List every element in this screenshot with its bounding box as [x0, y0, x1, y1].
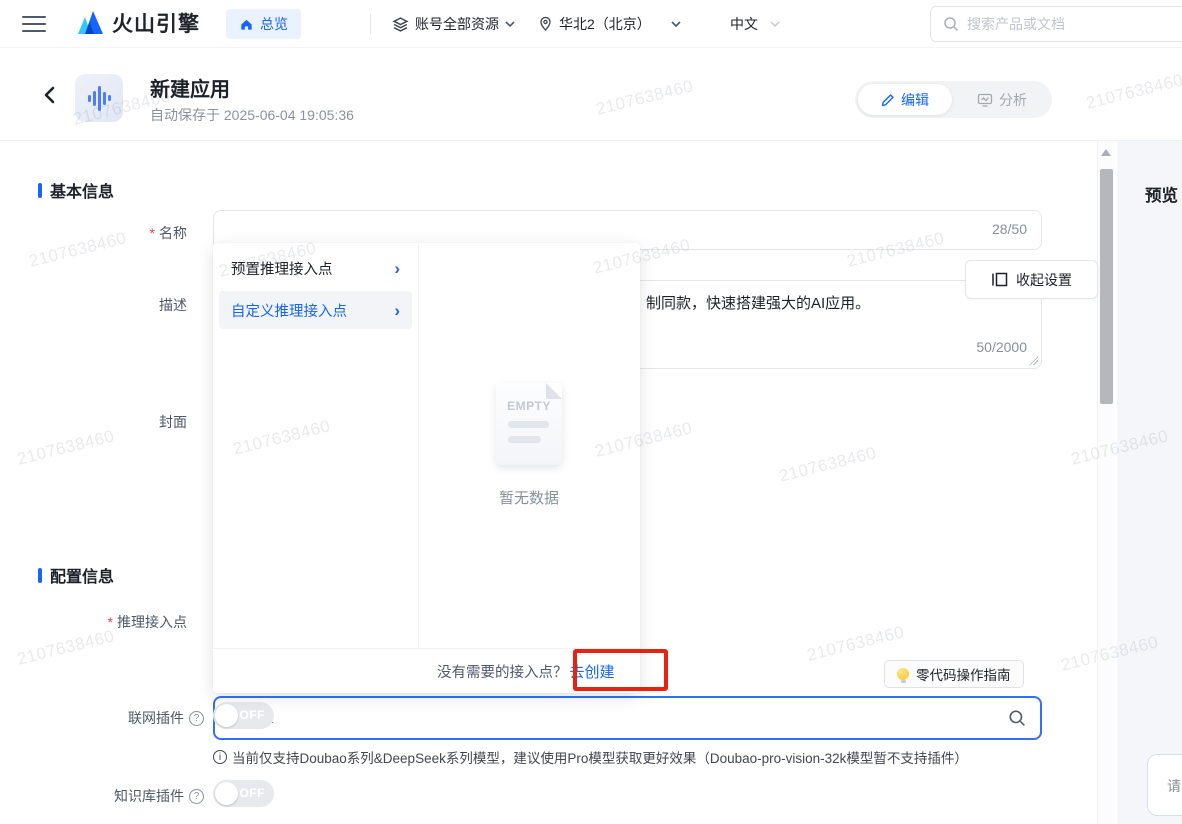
- kb-plugin-label: 知识库插件 ?: [40, 786, 204, 806]
- volcengine-logo-icon: [74, 8, 106, 38]
- location-pin-icon: [538, 16, 553, 32]
- page-header: 新建应用 自动保存于 2025-06-04 19:05:36 编辑 分析: [0, 48, 1182, 141]
- lightbulb-icon: [897, 668, 909, 680]
- preview-panel: 预览 请: [1117, 141, 1182, 824]
- section-config-title: 配置信息: [50, 563, 114, 587]
- pencil-icon: [881, 93, 895, 107]
- section-basic-info: 基本信息: [38, 178, 114, 202]
- endpoint-dropdown-panel: 预置推理接入点 › 自定义推理接入点 › EMPTY 暂无数据: [213, 243, 640, 693]
- topbar: 火山引擎 总览 账号全部资源 华北2（北京） 中文: [0, 0, 1182, 48]
- collapse-panel-icon: [991, 272, 1008, 287]
- empty-state: EMPTY 暂无数据: [459, 383, 599, 508]
- toggle-off-label: OFF: [240, 786, 266, 800]
- menu-item-custom-endpoint[interactable]: 自定义推理接入点 ›: [219, 291, 412, 329]
- scrollbar: [1097, 141, 1114, 824]
- tab-edit[interactable]: 编辑: [858, 84, 952, 115]
- tab-analyze[interactable]: 分析: [952, 90, 1052, 110]
- menu-item-preset-endpoint[interactable]: 预置推理接入点 ›: [219, 249, 412, 287]
- endpoint-select[interactable]: 请选择: [213, 696, 1042, 740]
- search-icon: [1008, 709, 1026, 727]
- web-plugin-label: 联网插件 ?: [40, 708, 204, 728]
- section-basic-title: 基本信息: [50, 178, 114, 202]
- endpoint-type-menu: 预置推理接入点 › 自定义推理接入点 ›: [213, 243, 418, 648]
- chevron-down-icon: [671, 21, 681, 27]
- empty-state-label: 暂无数据: [459, 487, 599, 508]
- resource-selector[interactable]: 账号全部资源: [392, 0, 515, 48]
- back-icon[interactable]: [42, 86, 58, 104]
- zero-code-guide-label: 零代码操作指南: [916, 664, 1011, 684]
- preview-title: 预览: [1145, 182, 1178, 206]
- cover-field-label: 封面: [60, 412, 187, 432]
- collapse-settings-button[interactable]: 收起设置: [965, 260, 1098, 299]
- language-label: 中文: [730, 14, 758, 34]
- tab-analyze-label: 分析: [999, 90, 1027, 110]
- zero-code-guide-button[interactable]: 零代码操作指南: [884, 660, 1024, 688]
- section-accent-bar: [38, 568, 42, 583]
- endpoint-hint: i 当前仅支持Doubao系列&DeepSeek系列模型，建议使用Pro模型获取…: [213, 747, 968, 767]
- overview-label: 总览: [260, 14, 288, 34]
- folded-corner: [546, 383, 562, 399]
- menu-icon[interactable]: [22, 15, 46, 33]
- collapse-settings-label: 收起设置: [1016, 270, 1072, 290]
- web-plugin-toggle[interactable]: OFF: [213, 702, 274, 729]
- info-icon: i: [213, 750, 227, 764]
- divider: [370, 14, 371, 34]
- language-selector[interactable]: 中文: [730, 0, 780, 48]
- annotation-highlight-box: [573, 649, 668, 691]
- global-search[interactable]: [930, 6, 1182, 42]
- empty-badge-text: EMPTY: [496, 399, 562, 413]
- resize-handle-icon[interactable]: [1029, 356, 1038, 365]
- scrollbar-thumb[interactable]: [1100, 169, 1113, 404]
- section-accent-bar: [38, 183, 42, 198]
- search-input[interactable]: [967, 16, 1182, 32]
- layers-icon: [392, 16, 409, 33]
- autosave-status: 自动保存于 2025-06-04 19:05:36: [150, 105, 354, 125]
- empty-document-icon: EMPTY: [496, 383, 562, 465]
- search-icon: [943, 16, 959, 32]
- page-title: 新建应用: [150, 73, 230, 102]
- endpoint-field-label: *推理接入点: [60, 612, 187, 632]
- toggle-off-label: OFF: [240, 708, 266, 722]
- mode-switcher: 编辑 分析: [855, 81, 1052, 118]
- required-marker: *: [108, 614, 113, 630]
- scroll-up-icon[interactable]: [1101, 149, 1111, 156]
- description-text: 制同款，快速搭建强大的AI应用。: [646, 292, 870, 313]
- analytics-icon: [977, 93, 993, 107]
- toggle-knob: [215, 704, 238, 727]
- desc-counter: 50/2000: [976, 339, 1027, 355]
- name-field-label: *名称: [60, 223, 187, 243]
- footer-text: 没有需要的接入点？: [437, 661, 568, 682]
- home-icon: [239, 17, 254, 32]
- chevron-right-icon: ›: [394, 260, 400, 277]
- volcengine-logo[interactable]: 火山引擎: [74, 8, 200, 38]
- region-selector[interactable]: 华北2（北京）: [538, 0, 681, 48]
- overview-button[interactable]: 总览: [226, 9, 301, 39]
- kb-plugin-toggle[interactable]: OFF: [213, 780, 274, 807]
- region-label: 华北2（北京）: [559, 14, 651, 34]
- app-avatar: [75, 74, 123, 122]
- tab-edit-label: 编辑: [901, 90, 929, 110]
- question-icon[interactable]: ?: [189, 789, 204, 804]
- section-config: 配置信息: [38, 563, 114, 587]
- name-counter: 28/50: [992, 221, 1027, 237]
- logo-text: 火山引擎: [112, 8, 200, 38]
- endpoint-list-area: EMPTY 暂无数据: [419, 243, 640, 648]
- required-marker: *: [150, 225, 155, 241]
- resource-label: 账号全部资源: [415, 14, 499, 34]
- chevron-down-icon: [770, 21, 780, 27]
- volcengine-create-app-page: 火山引擎 总览 账号全部资源 华北2（北京） 中文: [0, 0, 1182, 824]
- preview-message-input[interactable]: 请: [1147, 754, 1182, 816]
- desc-field-label: 描述: [60, 295, 187, 315]
- chevron-right-icon: ›: [394, 302, 400, 319]
- toggle-knob: [215, 782, 238, 805]
- endpoint-placeholder: 请选择: [229, 708, 1008, 729]
- form-content: 基本信息 *名称 28/50 描述 制同款，快速搭建强大的AI应用。 50/20…: [0, 141, 1097, 824]
- question-icon[interactable]: ?: [189, 711, 204, 726]
- chevron-down-icon: [505, 21, 515, 27]
